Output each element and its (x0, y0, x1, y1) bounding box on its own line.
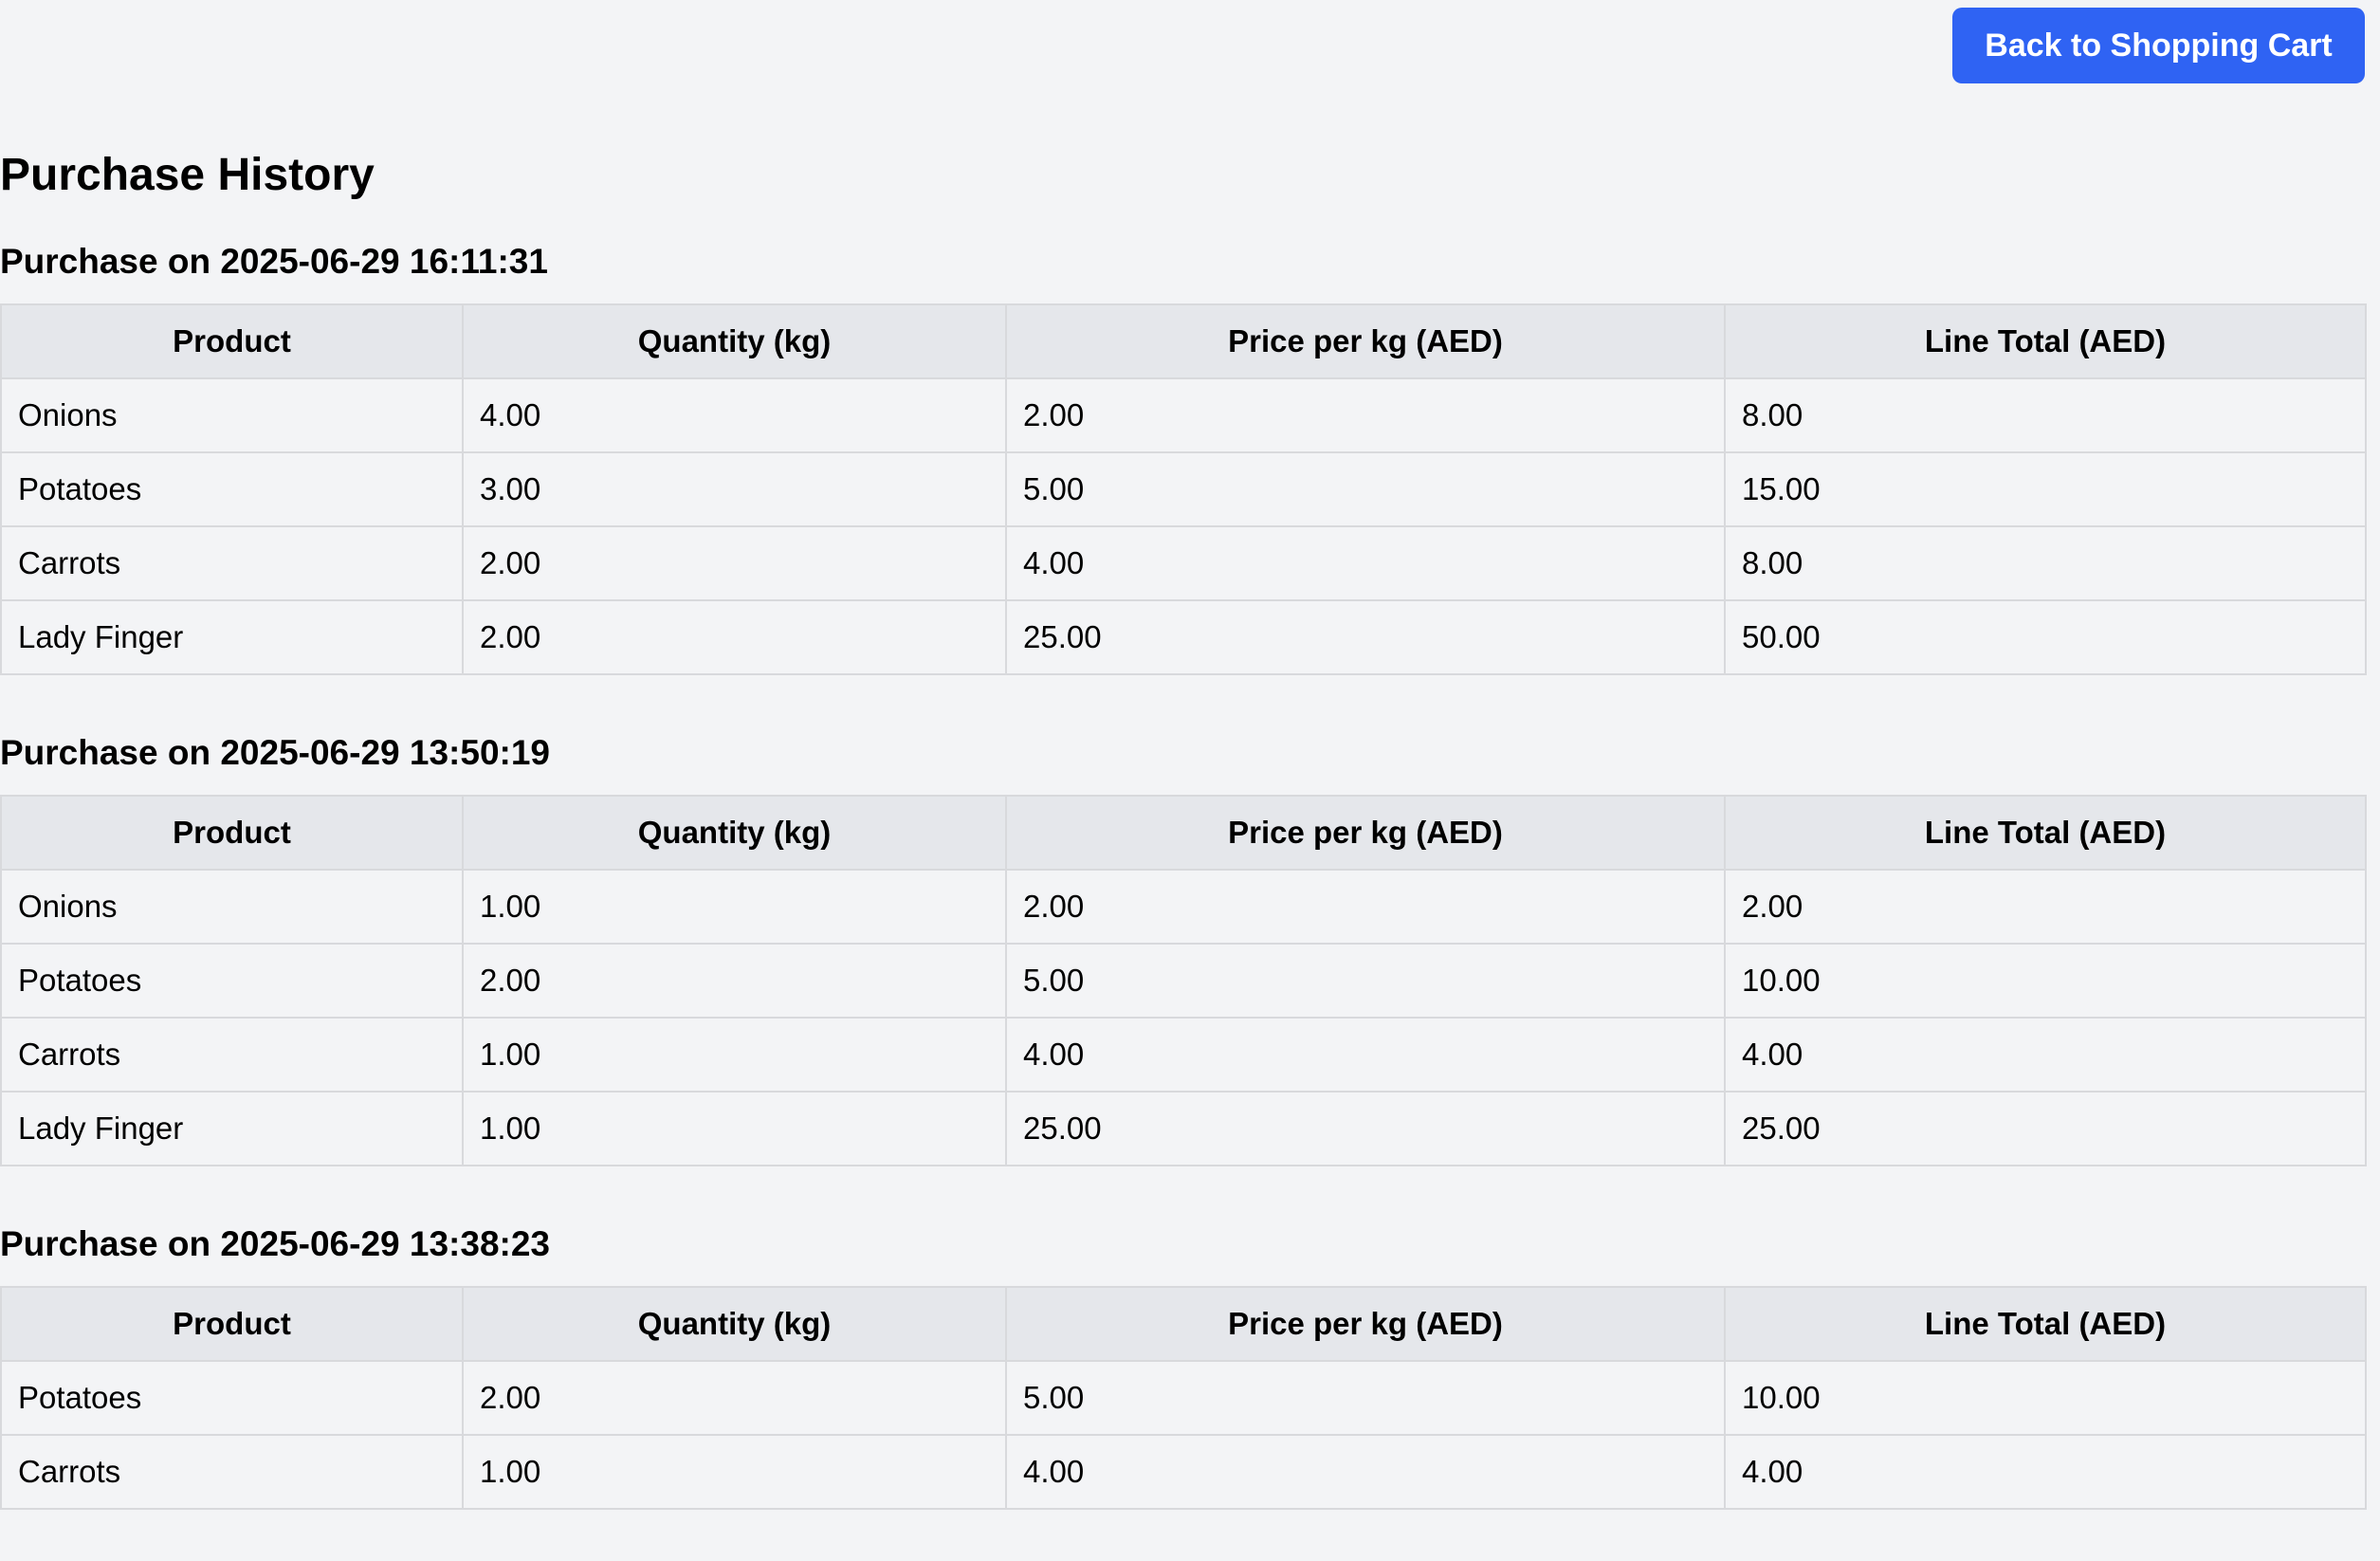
table-row: Lady Finger 2.00 25.00 50.00 (0, 599, 2367, 675)
cell-quantity: 1.00 (462, 1434, 1007, 1510)
cell-price: 2.00 (1005, 377, 1726, 453)
column-header-price: Price per kg (AED) (1005, 1286, 1726, 1362)
cell-product: Onions (0, 869, 464, 945)
purchase-list: Purchase on 2025-06-29 16:11:31 Product … (0, 235, 2367, 1561)
page-title: Purchase History (0, 150, 375, 200)
purchase-table: Product Quantity (kg) Price per kg (AED)… (0, 1286, 2367, 1510)
column-header-quantity: Quantity (kg) (462, 795, 1007, 871)
cell-quantity: 1.00 (462, 1017, 1007, 1093)
column-header-line-total: Line Total (AED) (1724, 303, 2367, 379)
cell-line-total: 8.00 (1724, 377, 2367, 453)
cell-line-total: 10.00 (1724, 943, 2367, 1019)
purchase-heading: Purchase on 2025-06-29 13:50:19 (0, 733, 551, 772)
cell-price: 2.00 (1005, 869, 1726, 945)
purchase-table: Product Quantity (kg) Price per kg (AED)… (0, 303, 2367, 675)
cell-quantity: 2.00 (462, 943, 1007, 1019)
cell-line-total: 10.00 (1724, 1360, 2367, 1436)
table-header-row: Product Quantity (kg) Price per kg (AED)… (0, 303, 2367, 379)
table-row: Potatoes 2.00 5.00 10.00 (0, 1360, 2367, 1436)
column-header-product: Product (0, 303, 464, 379)
column-header-price: Price per kg (AED) (1005, 795, 1726, 871)
column-header-product: Product (0, 1286, 464, 1362)
cell-quantity: 2.00 (462, 1360, 1007, 1436)
table-row: Lady Finger 1.00 25.00 25.00 (0, 1091, 2367, 1166)
back-to-shopping-cart-button[interactable]: Back to Shopping Cart (1952, 8, 2365, 83)
cell-price: 5.00 (1005, 943, 1726, 1019)
table-header-row: Product Quantity (kg) Price per kg (AED)… (0, 795, 2367, 871)
cell-price: 4.00 (1005, 1017, 1726, 1093)
column-header-line-total: Line Total (AED) (1724, 795, 2367, 871)
cell-line-total: 4.00 (1724, 1434, 2367, 1510)
table-row: Onions 1.00 2.00 2.00 (0, 869, 2367, 945)
table-row: Onions 4.00 2.00 8.00 (0, 377, 2367, 453)
cell-product: Carrots (0, 1017, 464, 1093)
table-row: Carrots 2.00 4.00 8.00 (0, 525, 2367, 601)
cell-line-total: 50.00 (1724, 599, 2367, 675)
cell-price: 4.00 (1005, 525, 1726, 601)
cell-quantity: 2.00 (462, 525, 1007, 601)
table-row: Potatoes 2.00 5.00 10.00 (0, 943, 2367, 1019)
cell-price: 4.00 (1005, 1434, 1726, 1510)
purchase-table: Product Quantity (kg) Price per kg (AED)… (0, 795, 2367, 1166)
table-row: Carrots 1.00 4.00 4.00 (0, 1434, 2367, 1510)
cell-product: Potatoes (0, 943, 464, 1019)
cell-product: Onions (0, 377, 464, 453)
cell-product: Carrots (0, 1434, 464, 1510)
cell-quantity: 3.00 (462, 451, 1007, 527)
purchase-section: Purchase on 2025-06-29 16:11:31 Product … (0, 235, 2367, 675)
cell-line-total: 4.00 (1724, 1017, 2367, 1093)
cell-product: Potatoes (0, 1360, 464, 1436)
purchase-section: Purchase on 2025-06-29 13:50:19 Product … (0, 726, 2367, 1166)
cell-quantity: 2.00 (462, 599, 1007, 675)
cell-line-total: 15.00 (1724, 451, 2367, 527)
purchase-section: Purchase on 2025-06-29 13:38:23 Product … (0, 1218, 2367, 1510)
column-header-line-total: Line Total (AED) (1724, 1286, 2367, 1362)
cell-quantity: 4.00 (462, 377, 1007, 453)
purchase-heading: Purchase on 2025-06-29 13:38:23 (0, 1224, 551, 1263)
cell-product: Lady Finger (0, 599, 464, 675)
cell-quantity: 1.00 (462, 1091, 1007, 1166)
column-header-quantity: Quantity (kg) (462, 1286, 1007, 1362)
cell-price: 25.00 (1005, 599, 1726, 675)
cell-quantity: 1.00 (462, 869, 1007, 945)
cell-price: 5.00 (1005, 451, 1726, 527)
table-row: Potatoes 3.00 5.00 15.00 (0, 451, 2367, 527)
cell-product: Carrots (0, 525, 464, 601)
cell-price: 5.00 (1005, 1360, 1726, 1436)
column-header-product: Product (0, 795, 464, 871)
purchase-heading: Purchase on 2025-06-29 16:11:31 (0, 242, 548, 281)
cell-product: Lady Finger (0, 1091, 464, 1166)
column-header-quantity: Quantity (kg) (462, 303, 1007, 379)
cell-product: Potatoes (0, 451, 464, 527)
cell-line-total: 2.00 (1724, 869, 2367, 945)
cell-line-total: 25.00 (1724, 1091, 2367, 1166)
table-row: Carrots 1.00 4.00 4.00 (0, 1017, 2367, 1093)
column-header-price: Price per kg (AED) (1005, 303, 1726, 379)
table-header-row: Product Quantity (kg) Price per kg (AED)… (0, 1286, 2367, 1362)
cell-price: 25.00 (1005, 1091, 1726, 1166)
cell-line-total: 8.00 (1724, 525, 2367, 601)
